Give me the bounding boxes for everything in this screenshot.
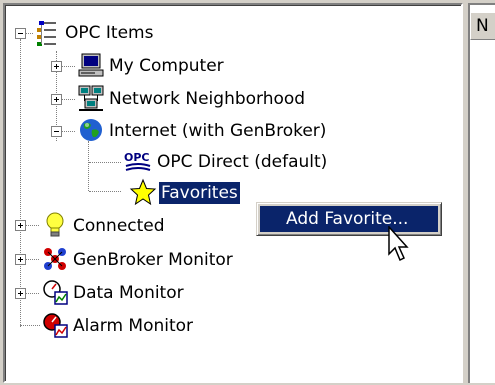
tree-line (25, 259, 39, 260)
tree-item-alarm-monitor[interactable]: Alarm Monitor (71, 310, 195, 342)
tree-item-label: Favorites (158, 181, 241, 205)
genbroker-monitor-icon (41, 245, 69, 273)
network-neighborhood-icon (77, 84, 105, 112)
opc-logo-icon: OPC (123, 148, 153, 176)
app-root: OPC Items My Computer Network Neighborho… (0, 0, 495, 385)
tree-item-label: Network Neighborhood (109, 89, 306, 109)
computer-icon (77, 51, 105, 79)
expand-toggle-data-monitor[interactable] (15, 288, 26, 299)
tree-line (20, 39, 21, 327)
tree-item-label: Data Monitor (73, 283, 184, 303)
tree-item-opc-items[interactable]: OPC Items (63, 17, 155, 49)
collapse-toggle-internet[interactable] (51, 126, 62, 137)
tree-line (88, 141, 89, 191)
collapse-toggle-opc-items[interactable] (15, 28, 26, 39)
tree-item-label: My Computer (109, 56, 224, 76)
context-menu: Add Favorite... (256, 202, 442, 236)
tree-item-opc-direct[interactable]: OPC Direct (default) (155, 146, 329, 178)
tree-item-network-neighborhood[interactable]: Network Neighborhood (107, 83, 307, 115)
tree-item-connected[interactable]: Connected (71, 210, 167, 242)
tree-line (25, 225, 39, 226)
expand-toggle-genbroker-monitor[interactable] (15, 254, 26, 265)
tree-line (25, 33, 33, 34)
data-monitor-icon (41, 278, 69, 306)
globe-icon (77, 116, 105, 144)
tree-item-genbroker-monitor[interactable]: GenBroker Monitor (71, 244, 235, 276)
column-header-label: N (476, 16, 489, 36)
tree-item-label: OPC Items (65, 23, 154, 43)
tree-view[interactable]: OPC Items My Computer Network Neighborho… (3, 3, 463, 383)
tree-item-data-monitor[interactable]: Data Monitor (71, 277, 186, 309)
tree-line (61, 131, 75, 132)
tree-item-label: Alarm Monitor (73, 316, 194, 336)
right-panel (468, 3, 495, 383)
tree-item-favorites[interactable]: Favorites (158, 177, 241, 209)
tree-line (25, 293, 39, 294)
expand-toggle-my-computer[interactable] (51, 61, 62, 72)
tree-item-my-computer[interactable]: My Computer (107, 50, 226, 82)
opc-items-tree-icon (33, 19, 61, 47)
tree-line (89, 162, 121, 163)
opc-logo-text: OPC (124, 151, 150, 164)
star-icon (129, 178, 157, 206)
expand-toggle-network-neighborhood[interactable] (51, 94, 62, 105)
tree-line (61, 66, 75, 67)
tree-item-label: GenBroker Monitor (73, 250, 233, 270)
right-panel-column-header[interactable]: N (470, 12, 495, 40)
expand-toggle-connected[interactable] (15, 220, 26, 231)
lightbulb-icon (41, 211, 69, 239)
tree-item-label: Connected (73, 216, 165, 236)
mouse-cursor-icon (388, 225, 412, 266)
tree-line (61, 99, 75, 100)
tree-item-label: OPC Direct (default) (157, 152, 328, 172)
tree-line (20, 325, 40, 326)
tree-line (89, 191, 121, 192)
alarm-monitor-icon (41, 311, 69, 339)
tree-item-internet[interactable]: Internet (with GenBroker) (107, 115, 328, 147)
tree-item-label: Internet (with GenBroker) (109, 121, 327, 141)
